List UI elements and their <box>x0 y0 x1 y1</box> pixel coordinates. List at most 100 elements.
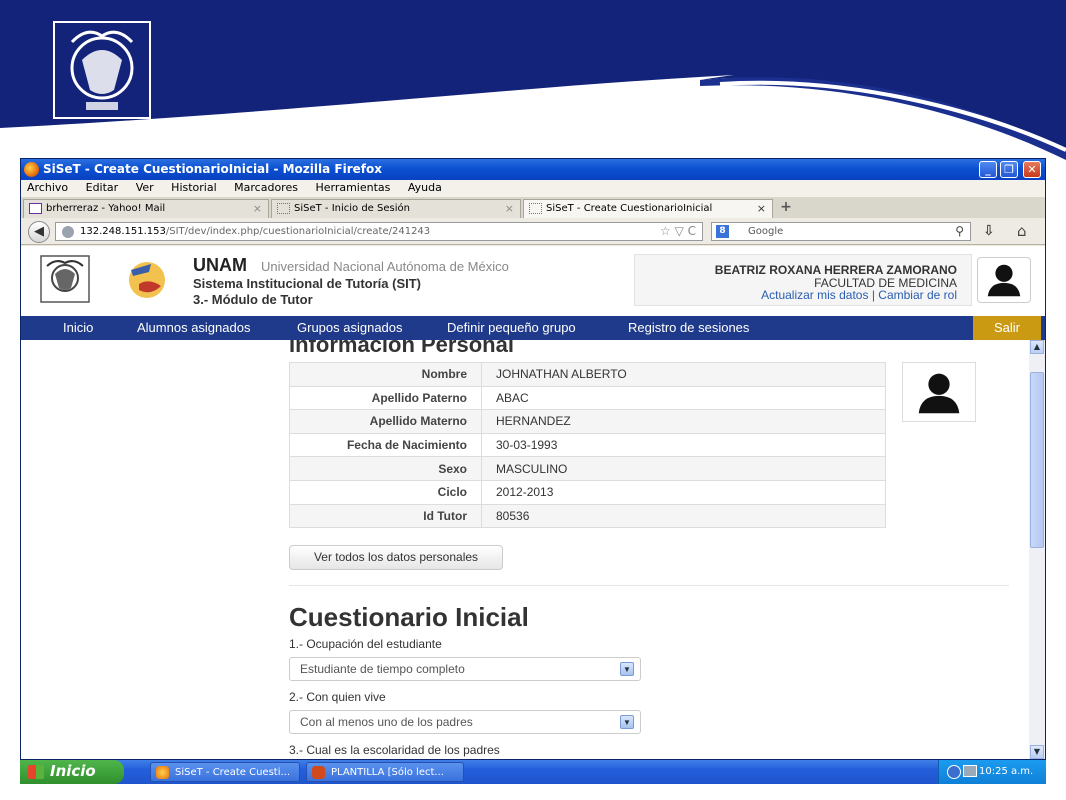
unam-full-name: Universidad Nacional Autónoma de México <box>261 259 509 274</box>
windows-taskbar: Inicio SiSeT - Create Cuesti... PLANTILL… <box>20 760 1046 784</box>
row-value: 30-03-1993 <box>481 432 886 458</box>
user-name: BEATRIZ ROXANA HERRERA ZAMORANO <box>714 263 957 277</box>
page-icon <box>277 203 290 214</box>
maximize-button[interactable]: ❐ <box>1000 161 1018 178</box>
menu-archivo[interactable]: Archivo <box>27 181 68 194</box>
taskbar-item-firefox[interactable]: SiSeT - Create Cuesti... <box>150 762 300 782</box>
select-value: Estudiante de tiempo completo <box>300 662 465 676</box>
row-label: Apellido Paterno <box>289 385 482 411</box>
row-value: HERNANDEZ <box>481 409 886 434</box>
tab-close-icon[interactable]: × <box>757 202 766 215</box>
update-profile-link[interactable]: Actualizar mis datos <box>761 288 868 302</box>
vertical-scrollbar[interactable]: ▲ ▼ <box>1029 340 1045 759</box>
table-row: Ciclo 2012-2013 <box>289 479 886 505</box>
browser-window: SiSeT - Create CuestionarioInicial - Moz… <box>20 158 1046 760</box>
menu-historial[interactable]: Historial <box>171 181 216 194</box>
tray-expand-icon[interactable] <box>947 765 961 779</box>
module-title: 3.- Módulo de Tutor <box>193 292 313 307</box>
menu-ver[interactable]: Ver <box>136 181 154 194</box>
url-bar[interactable]: 132.248.151.153/SIT/dev/index.php/cuesti… <box>55 222 703 241</box>
navigation-bar: ◀ 132.248.151.153/SIT/dev/index.php/cues… <box>21 218 1045 245</box>
table-row: Apellido Paterno ABAC <box>289 385 886 411</box>
search-bar[interactable]: 8 Google ⚲ <box>711 222 971 241</box>
tab-label: SiSeT - Create CuestionarioInicial <box>546 203 713 214</box>
unam-title: UNAM <box>193 255 247 275</box>
tab-close-icon[interactable]: × <box>253 202 262 215</box>
back-button[interactable]: ◀ <box>28 221 50 243</box>
question-label-3: 3.- Cual es la escolaridad de los padres <box>289 743 500 757</box>
tab-yahoo-mail[interactable]: brherreraz - Yahoo! Mail × <box>23 199 269 218</box>
page-viewport: UNAM Universidad Nacional Autónoma de Mé… <box>21 246 1045 759</box>
new-tab-button[interactable]: + <box>775 200 797 216</box>
view-all-personal-data-button[interactable]: Ver todos los datos personales <box>289 545 503 570</box>
tab-inicio-sesion[interactable]: SiSeT - Inicio de Sesión × <box>271 199 521 218</box>
divider <box>289 585 1009 586</box>
slide: SiSeT - Create CuestionarioInicial - Moz… <box>0 0 1066 800</box>
tab-bar: brherreraz - Yahoo! Mail × SiSeT - Inici… <box>21 197 1045 218</box>
row-value: ABAC <box>481 385 886 411</box>
mail-icon <box>29 203 42 214</box>
clock: 10:25 a.m. <box>979 766 1034 777</box>
powerpoint-icon <box>312 766 325 779</box>
unam-seal-logo <box>53 21 151 119</box>
minimize-button[interactable]: _ <box>979 161 997 178</box>
row-label: Sexo <box>289 456 482 481</box>
home-icon[interactable]: ⌂ <box>1017 222 1027 240</box>
table-row: Sexo MASCULINO <box>289 456 886 481</box>
logout-button[interactable]: Salir <box>973 316 1041 340</box>
change-role-link[interactable]: Cambiar de rol <box>878 288 957 302</box>
personal-info-table: Nombre JOHNATHAN ALBERTO Apellido Paterno… <box>289 362 886 529</box>
scroll-down-icon[interactable]: ▼ <box>1030 745 1044 759</box>
row-label: Nombre <box>289 362 482 387</box>
menu-editar[interactable]: Editar <box>86 181 119 194</box>
user-info-box: BEATRIZ ROXANA HERRERA ZAMORANO FACULTAD… <box>634 254 972 306</box>
firefox-icon <box>24 162 39 177</box>
start-button[interactable]: Inicio <box>20 760 124 784</box>
nav-registro-sesiones[interactable]: Registro de sesiones <box>628 320 749 335</box>
menu-bar: Archivo Editar Ver Historial Marcadores … <box>21 180 1045 197</box>
lives-with-select[interactable]: Con al menos uno de los padres ▼ <box>289 710 641 734</box>
main-nav: Inicio Alumnos asignados Grupos asignado… <box>21 316 1045 340</box>
main-content: Información Personal Nombre JOHNATHAN ALB… <box>21 340 1029 759</box>
bookmark-reload-icons[interactable]: ☆ ▽ C <box>660 224 696 238</box>
nav-inicio[interactable]: Inicio <box>63 320 93 335</box>
menu-herramientas[interactable]: Herramientas <box>315 181 390 194</box>
site-identity-icon[interactable] <box>62 226 74 238</box>
download-icon[interactable]: ⇩ <box>983 223 995 239</box>
window-title: SiSeT - Create CuestionarioInicial - Moz… <box>43 162 382 176</box>
table-row: Apellido Materno HERNANDEZ <box>289 409 886 434</box>
close-button[interactable]: ✕ <box>1023 161 1041 178</box>
chevron-down-icon[interactable]: ▼ <box>620 662 634 676</box>
question-label-2: 2.- Con quien vive <box>289 690 386 704</box>
page-icon <box>529 203 542 214</box>
search-icon[interactable]: ⚲ <box>955 224 964 238</box>
menu-marcadores[interactable]: Marcadores <box>234 181 298 194</box>
row-value: 2012-2013 <box>481 479 886 505</box>
user-links: Actualizar mis datos | Cambiar de rol <box>761 288 957 302</box>
task-label: PLANTILLA [Sólo lect... <box>331 767 444 778</box>
nav-alumnos-asignados[interactable]: Alumnos asignados <box>137 320 250 335</box>
slide-banner <box>0 0 1066 160</box>
scroll-up-icon[interactable]: ▲ <box>1030 340 1044 354</box>
system-tray: 10:25 a.m. <box>938 760 1046 784</box>
nav-grupos-asignados[interactable]: Grupos asignados <box>297 320 403 335</box>
task-label: SiSeT - Create Cuesti... <box>175 767 291 778</box>
site-header: UNAM Universidad Nacional Autónoma de Mé… <box>21 246 1045 312</box>
occupation-select[interactable]: Estudiante de tiempo completo ▼ <box>289 657 641 681</box>
unam-logo <box>40 255 90 303</box>
tab-close-icon[interactable]: × <box>505 202 514 215</box>
table-row: Fecha de Nacimiento 30-03-1993 <box>289 432 886 458</box>
search-placeholder: Google <box>748 226 784 237</box>
chevron-down-icon[interactable]: ▼ <box>620 715 634 729</box>
nav-definir-pequeno-grupo[interactable]: Definir pequeño grupo <box>447 320 576 335</box>
scrollbar-thumb[interactable] <box>1030 372 1044 548</box>
student-photo-icon <box>902 362 976 422</box>
tab-label: SiSeT - Inicio de Sesión <box>294 203 410 214</box>
menu-ayuda[interactable]: Ayuda <box>408 181 442 194</box>
google-icon[interactable]: 8 <box>716 225 729 238</box>
network-icon[interactable] <box>963 765 977 777</box>
user-avatar-icon[interactable] <box>977 257 1031 303</box>
taskbar-item-powerpoint[interactable]: PLANTILLA [Sólo lect... <box>306 762 464 782</box>
tab-create-cuestionario[interactable]: SiSeT - Create CuestionarioInicial × <box>523 199 773 218</box>
url-host: 132.248.151.153 <box>80 226 166 237</box>
